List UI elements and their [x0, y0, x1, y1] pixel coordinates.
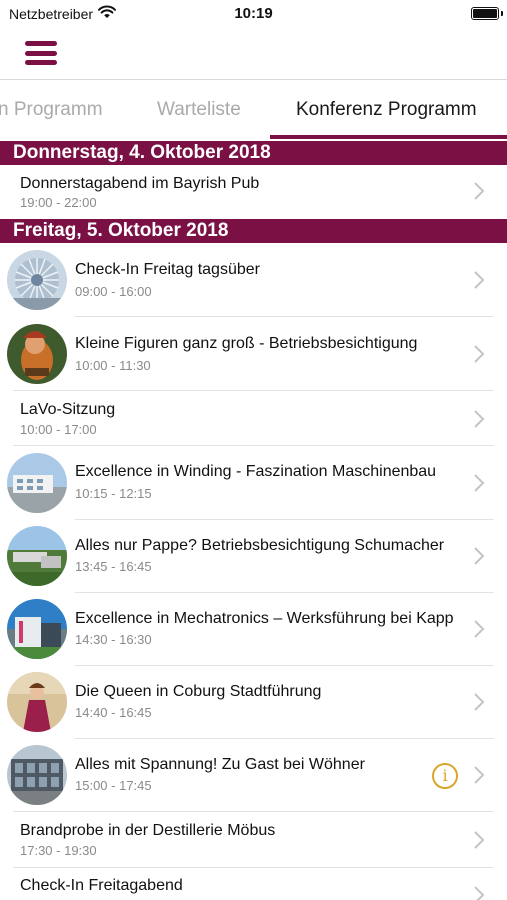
tab-programm[interactable]: n Programm	[0, 81, 103, 139]
event-title: Check-In Freitagabend	[20, 877, 183, 894]
event-title: Donnerstagabend im Bayrish Pub	[20, 175, 260, 192]
event-title: Brandprobe in der Destillerie Möbus	[20, 822, 276, 839]
event-title: LaVo-Sitzung	[20, 401, 116, 418]
event-time: 13:45 - 16:45	[75, 559, 152, 574]
list-item[interactable]: Excellence in Mechatronics – Werksführun…	[0, 593, 507, 666]
event-thumbnail	[7, 250, 67, 310]
tab-warteliste[interactable]: Warteliste	[157, 81, 241, 139]
event-thumbnail	[7, 599, 67, 659]
chevron-right-icon	[474, 410, 485, 428]
list-item[interactable]: Brandprobe in der Destillerie Möbus 17:3…	[0, 812, 507, 868]
event-time: 14:40 - 16:45	[75, 705, 152, 720]
chevron-right-icon	[474, 886, 485, 900]
event-time: 09:00 - 16:00	[75, 284, 152, 299]
event-title: Alles nur Pappe? Betriebsbesichtigung Sc…	[75, 537, 445, 554]
tab-bar: n Programm Warteliste Konferenz Programm	[0, 81, 507, 139]
event-time: 15:00 - 17:45	[75, 778, 152, 793]
status-bar: Netzbetreiber 10:19	[0, 0, 507, 28]
event-time: 17:30 - 19:30	[20, 843, 97, 858]
chevron-right-icon	[474, 620, 485, 638]
chevron-right-icon	[474, 345, 485, 363]
battery-tip	[501, 11, 503, 16]
section-header-freitag: Freitag, 5. Oktober 2018	[0, 219, 507, 243]
tab-konferenz-programm[interactable]: Konferenz Programm	[296, 81, 477, 139]
chevron-right-icon	[474, 271, 485, 289]
event-title: Excellence in Winding - Faszination Masc…	[75, 463, 437, 480]
event-thumbnail	[7, 672, 67, 732]
list-item[interactable]: Alles nur Pappe? Betriebsbesichtigung Sc…	[0, 520, 507, 593]
event-title: Alles mit Spannung! Zu Gast bei Wöhner	[75, 756, 365, 773]
event-thumbnail	[7, 745, 67, 805]
event-thumbnail	[7, 453, 67, 513]
event-title: Die Queen in Coburg Stadtführung	[75, 683, 322, 700]
info-icon[interactable]: i	[432, 763, 458, 789]
list-item[interactable]: Check-In Freitag tagsüber 09:00 - 16:00	[0, 243, 507, 317]
event-title: Kleine Figuren ganz groß - Betriebsbesic…	[75, 335, 418, 352]
section-header-donnerstag: Donnerstag, 4. Oktober 2018	[0, 141, 507, 165]
list-item[interactable]: Donnerstagabend im Bayrish Pub 19:00 - 2…	[0, 165, 507, 217]
nav-bar	[0, 28, 507, 80]
list-item[interactable]: Check-In Freitagabend	[0, 868, 507, 900]
event-time: 10:15 - 12:15	[75, 486, 152, 501]
chevron-right-icon	[474, 182, 485, 200]
battery-icon	[471, 7, 499, 20]
chevron-right-icon	[474, 474, 485, 492]
menu-icon[interactable]	[25, 41, 57, 65]
event-thumbnail	[7, 526, 67, 586]
event-title: Check-In Freitag tagsüber	[75, 261, 260, 278]
event-time: 14:30 - 16:30	[75, 632, 152, 647]
tab-active-indicator	[270, 135, 507, 139]
list-item[interactable]: Kleine Figuren ganz groß - Betriebsbesic…	[0, 317, 507, 391]
list-item[interactable]: Die Queen in Coburg Stadtführung 14:40 -…	[0, 666, 507, 739]
event-time: 10:00 - 11:30	[75, 358, 151, 373]
chevron-right-icon	[474, 693, 485, 711]
list-item[interactable]: LaVo-Sitzung 10:00 - 17:00	[0, 391, 507, 446]
event-title: Excellence in Mechatronics – Werksführun…	[75, 610, 454, 627]
chevron-right-icon	[474, 766, 485, 784]
event-time: 19:00 - 22:00	[20, 195, 97, 210]
event-time: 10:00 - 17:00	[20, 422, 97, 437]
chevron-right-icon	[474, 547, 485, 565]
list-item[interactable]: Alles mit Spannung! Zu Gast bei Wöhner 1…	[0, 739, 507, 812]
event-thumbnail	[7, 324, 67, 384]
status-time: 10:19	[234, 5, 273, 22]
chevron-right-icon	[474, 831, 485, 849]
list-item[interactable]: Excellence in Winding - Faszination Masc…	[0, 446, 507, 520]
